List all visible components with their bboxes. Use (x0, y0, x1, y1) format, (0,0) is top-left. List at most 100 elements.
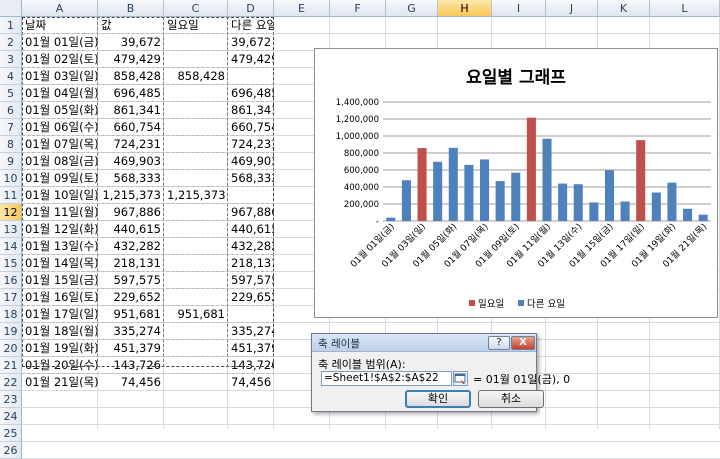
cell-value[interactable]: 39,672 (98, 34, 164, 51)
cell-other[interactable] (228, 306, 274, 323)
chart-plot[interactable]: - 200,000 400,000 600,000 800,000 1,000,000 1,… (315, 49, 719, 319)
cell-other[interactable]: 218,131 (228, 255, 274, 272)
cell-other[interactable]: 451,379 (228, 340, 274, 357)
cell-sunday[interactable] (164, 102, 228, 119)
cell-sunday[interactable] (164, 221, 228, 238)
cell-date[interactable]: 01월 02일(토) (22, 51, 98, 68)
row-header-14[interactable]: 14 (0, 238, 22, 255)
cell-date[interactable]: 01월 10일(일) (22, 187, 98, 204)
cell-sunday[interactable] (164, 119, 228, 136)
cell-date[interactable]: 01월 15일(금) (22, 272, 98, 289)
ok-button[interactable]: 확인 (405, 390, 471, 408)
row-header-6[interactable]: 6 (0, 102, 22, 119)
cell-value[interactable]: 479,429 (98, 51, 164, 68)
cell-date[interactable]: 01월 20일(수) (22, 357, 98, 374)
cell-other[interactable]: 432,282 (228, 238, 274, 255)
row-header-19[interactable]: 19 (0, 323, 22, 340)
cell-value[interactable]: 218,131 (98, 255, 164, 272)
cell-other[interactable] (228, 187, 274, 204)
cell-value[interactable]: 568,333 (98, 170, 164, 187)
header-cell-other[interactable]: 다른 요일 (228, 17, 274, 34)
cell-value[interactable]: 861,341 (98, 102, 164, 119)
cell-value[interactable]: 143,726 (98, 357, 164, 374)
cell-date[interactable]: 01월 17일(일) (22, 306, 98, 323)
cell-sunday[interactable] (164, 272, 228, 289)
row-header-25[interactable]: 25 (0, 425, 22, 442)
cell-sunday[interactable] (164, 51, 228, 68)
row-header-18[interactable]: 18 (0, 306, 22, 323)
cell-sunday[interactable] (164, 204, 228, 221)
cell-sunday[interactable] (164, 238, 228, 255)
row-header-22[interactable]: 22 (0, 374, 22, 391)
column-header-h[interactable]: H (438, 0, 492, 17)
cell-date[interactable]: 01월 01일(금) (22, 34, 98, 51)
row-header-20[interactable]: 20 (0, 340, 22, 357)
cell-value[interactable]: 440,615 (98, 221, 164, 238)
row-header-24[interactable]: 24 (0, 408, 22, 425)
row-header-9[interactable]: 9 (0, 153, 22, 170)
cell-sunday[interactable] (164, 323, 228, 340)
cell-value[interactable]: 951,681 (98, 306, 164, 323)
cell-value[interactable]: 335,274 (98, 323, 164, 340)
cell-date[interactable]: 01월 21일(목) (22, 374, 98, 391)
cell-date[interactable]: 01월 08일(금) (22, 153, 98, 170)
cell-date[interactable]: 01월 13일(수) (22, 238, 98, 255)
cell-value[interactable]: 469,903 (98, 153, 164, 170)
cell-date[interactable]: 01월 14일(목) (22, 255, 98, 272)
cell-sunday[interactable] (164, 170, 228, 187)
cell-sunday[interactable]: 951,681 (164, 306, 228, 323)
header-cell-value[interactable]: 값 (98, 17, 164, 34)
column-header-d[interactable]: D (228, 0, 274, 17)
cell-value[interactable]: 451,379 (98, 340, 164, 357)
cell-other[interactable]: 335,274 (228, 323, 274, 340)
cell-date[interactable]: 01월 16일(토) (22, 289, 98, 306)
column-header-a[interactable]: A (22, 0, 98, 17)
cell-other[interactable]: 568,333 (228, 170, 274, 187)
row-header-7[interactable]: 7 (0, 119, 22, 136)
axis-range-input[interactable]: =Sheet1!$A$2:$A$22 (321, 371, 452, 386)
cell-sunday[interactable] (164, 374, 228, 391)
column-header-i[interactable]: I (492, 0, 546, 17)
row-header-23[interactable]: 23 (0, 391, 22, 408)
cancel-button[interactable]: 취소 (478, 390, 544, 408)
cell-date[interactable]: 01월 04일(월) (22, 85, 98, 102)
cell-date[interactable]: 01월 06일(수) (22, 119, 98, 136)
collapse-dialog-button[interactable] (453, 371, 468, 386)
chart-area[interactable]: 요일별 그래프 -200,000 400,000 600,000 800,000 1,0… (314, 48, 718, 318)
column-header-l[interactable]: L (650, 0, 720, 17)
cell-sunday[interactable]: 858,428 (164, 68, 228, 85)
row-header-15[interactable]: 15 (0, 255, 22, 272)
cell-other[interactable]: 143,726 (228, 357, 274, 374)
row-header-26[interactable]: 26 (0, 442, 22, 459)
column-header-j[interactable]: J (546, 0, 598, 17)
dialog-titlebar[interactable]: 축 레이블 ? X (312, 334, 536, 352)
row-header-12[interactable]: 12 (0, 204, 22, 221)
cell-other[interactable]: 724,231 (228, 136, 274, 153)
cell-date[interactable]: 01월 11일(월) (22, 204, 98, 221)
cell-other[interactable] (228, 68, 274, 85)
cell-other[interactable]: 39,672 (228, 34, 274, 51)
column-header-k[interactable]: K (598, 0, 650, 17)
close-button[interactable]: X (511, 336, 535, 350)
column-header-g[interactable]: G (386, 0, 438, 17)
cell-sunday[interactable] (164, 136, 228, 153)
cell-other[interactable]: 660,754 (228, 119, 274, 136)
cell-date[interactable]: 01월 12일(화) (22, 221, 98, 238)
row-header-11[interactable]: 11 (0, 187, 22, 204)
cell-sunday[interactable] (164, 255, 228, 272)
cell-value[interactable]: 724,231 (98, 136, 164, 153)
row-header-16[interactable]: 16 (0, 272, 22, 289)
row-header-3[interactable]: 3 (0, 51, 22, 68)
cell-date[interactable]: 01월 07일(목) (22, 136, 98, 153)
cell-value[interactable]: 229,652 (98, 289, 164, 306)
row-header-17[interactable]: 17 (0, 289, 22, 306)
cell-sunday[interactable] (164, 85, 228, 102)
header-cell-date[interactable]: 날짜 (22, 17, 98, 34)
column-header-b[interactable]: B (98, 0, 164, 17)
cell-sunday[interactable] (164, 289, 228, 306)
cell-other[interactable]: 469,903 (228, 153, 274, 170)
cell-other[interactable]: 74,456 (228, 374, 274, 391)
cell-date[interactable]: 01월 19일(화) (22, 340, 98, 357)
cell-other[interactable]: 229,652 (228, 289, 274, 306)
cell-value[interactable]: 967,886 (98, 204, 164, 221)
